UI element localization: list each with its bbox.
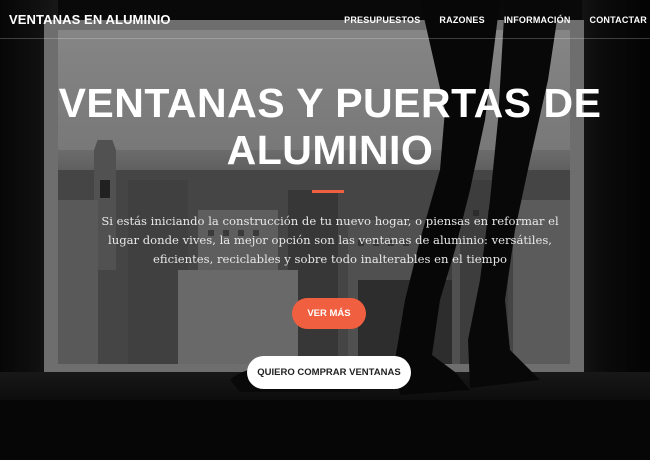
nav-link-razones[interactable]: RAZONES (439, 15, 484, 25)
hero-divider (312, 190, 344, 193)
nav-link-informacion[interactable]: INFORMACIÓN (504, 15, 571, 25)
nav-link-contactar[interactable]: CONTACTAR (590, 15, 647, 25)
hero-title: VENTANAS Y PUERTAS DE ALUMINIO (58, 80, 602, 173)
nav-link-presupuestos[interactable]: PRESUPUESTOS (344, 15, 420, 25)
hero-description: Si estás iniciando la construcción de tu… (101, 214, 559, 266)
brand-link[interactable]: VENTANAS EN ALUMINIO (9, 12, 171, 27)
nav-links: PRESUPUESTOS RAZONES INFORMACIÓN CONTACT… (325, 15, 647, 25)
comprar-ventanas-button[interactable]: QUIERO COMPRAR VENTANAS (247, 356, 411, 389)
navbar: VENTANAS EN ALUMINIO PRESUPUESTOS RAZONE… (0, 0, 650, 39)
ver-mas-button[interactable]: VER MÁS (292, 298, 366, 329)
